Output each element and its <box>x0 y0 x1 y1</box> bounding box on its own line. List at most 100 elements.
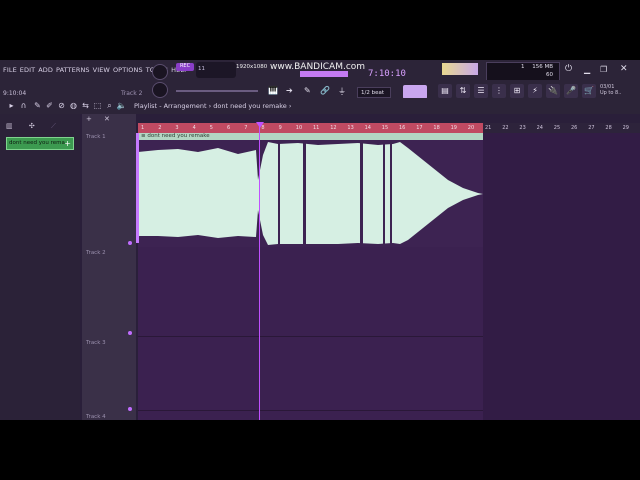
ruler-bar-number: 29 <box>622 125 629 131</box>
menu-file[interactable]: FILE <box>3 66 17 74</box>
grid-empty-region[interactable] <box>483 133 640 420</box>
track-label[interactable]: Track 4 <box>86 414 106 420</box>
menu-add[interactable]: ADD <box>38 66 53 74</box>
track-label[interactable]: Track 3 <box>86 340 106 346</box>
loop-region[interactable] <box>138 123 483 133</box>
cart-icon[interactable]: 🛒 <box>582 84 596 98</box>
pattern-selector[interactable]: 11 <box>196 62 236 78</box>
link-icon[interactable]: 🔗 <box>320 86 330 95</box>
zoom-tool-icon[interactable]: ⌕ <box>104 100 115 111</box>
minimize-icon[interactable]: ▁ <box>584 65 590 74</box>
add-icon[interactable]: + <box>64 138 71 149</box>
cpu-cores: 1 <box>521 64 525 70</box>
track-label[interactable]: Track 2 <box>86 250 106 256</box>
clip-source-name: dont need you rema... <box>9 140 71 146</box>
ruler-bar-number: 10 <box>295 125 303 131</box>
menu-options[interactable]: OPTIONS <box>113 66 143 74</box>
pattern-number: 11 <box>198 66 205 72</box>
clip-source-item[interactable]: dont need you rema... + <box>6 137 74 150</box>
breadcrumb-section[interactable]: Arrangement <box>164 102 207 110</box>
clip-source-panel <box>0 114 80 420</box>
arrow-left-icon[interactable]: ▸ <box>6 100 17 111</box>
ruler-bar-number: 19 <box>450 125 457 131</box>
close-track-icon[interactable]: ✕ <box>104 115 110 123</box>
automation-icon[interactable]: ⟋ <box>51 122 56 130</box>
piano-icon[interactable]: 🎹 <box>268 86 278 95</box>
audio-clip-icon[interactable]: ✣ <box>29 122 35 130</box>
maximize-icon[interactable]: ❐ <box>600 65 607 74</box>
news-panel[interactable]: 03/01 Up to 8.. <box>600 84 621 96</box>
ruler-bar-number: 17 <box>416 125 423 131</box>
select-tool-icon[interactable]: ⬚ <box>92 100 103 111</box>
arrow-right-icon[interactable]: ➔ <box>286 86 293 95</box>
news-text: Up to 8.. <box>600 90 622 96</box>
menu-patterns[interactable]: PATTERNS <box>56 66 90 74</box>
ruler-bar-number: 28 <box>605 125 612 131</box>
ruler-bar-number: 9 <box>278 125 282 131</box>
playlist-icon[interactable]: ▤ <box>438 84 452 98</box>
master-volume-knob[interactable] <box>152 64 168 80</box>
piano-roll-icon[interactable]: ⋮ <box>492 84 506 98</box>
mixer-icon[interactable]: ⇅ <box>456 84 470 98</box>
playhead[interactable] <box>259 123 260 420</box>
snap-selector[interactable]: 1/2 beat <box>357 87 391 98</box>
recorder-resolution: 1920x1080 <box>236 64 268 70</box>
close-icon[interactable]: ✕ <box>620 64 628 74</box>
ruler-bar-number: 12 <box>330 125 337 131</box>
browser-icon[interactable]: ⊞ <box>510 84 524 98</box>
ruler-bar-number: 3 <box>175 125 179 131</box>
ruler-bar-number: 20 <box>467 125 475 131</box>
draw-tool-icon[interactable]: ✎ <box>32 100 43 111</box>
ruler-bar-number: 24 <box>536 125 543 131</box>
fl-studio-window: FILE EDIT ADD PATTERNS VIEW OPTIONS TOOL… <box>0 60 640 420</box>
plug-icon[interactable]: 🔌 <box>546 84 560 98</box>
ruler-bar-number: 6 <box>227 125 231 131</box>
memory-usage: 156 MB <box>532 64 553 70</box>
add-track-icon[interactable]: + <box>86 115 92 123</box>
pattern-mode-bar[interactable] <box>300 71 348 77</box>
metronome-icon[interactable]: ⏚ <box>338 86 346 97</box>
status-hint: Track 2 <box>121 90 143 97</box>
pencil-icon[interactable]: ✎ <box>304 86 311 95</box>
master-level-meter <box>442 63 478 75</box>
tempo-slider[interactable] <box>176 90 258 92</box>
audio-clip-body[interactable] <box>138 140 483 247</box>
list-icon[interactable]: ▥ <box>6 122 13 130</box>
paint-tool-icon[interactable]: ✐ <box>44 100 55 111</box>
track-mute-dot[interactable] <box>128 241 132 245</box>
channel-rack-icon[interactable]: ☰ <box>474 84 488 98</box>
menu-edit[interactable]: EDIT <box>20 66 35 74</box>
audio-clip-title: ≡ dont need you remake <box>141 133 210 139</box>
record-indicator[interactable]: REC <box>176 63 194 71</box>
ruler-bar-number: 25 <box>553 125 561 131</box>
menu-view[interactable]: VIEW <box>93 66 110 74</box>
ruler-bar-number: 16 <box>399 125 406 131</box>
master-pitch-knob[interactable] <box>152 82 168 98</box>
track-label[interactable]: Track 1 <box>86 134 106 140</box>
power-icon[interactable]: ⏻ <box>565 64 572 74</box>
breadcrumb-pattern[interactable]: dont need you remake <box>213 102 287 110</box>
track-mute-dot[interactable] <box>128 331 132 335</box>
main-pitch-display[interactable] <box>403 85 427 99</box>
ruler-bar-number: 27 <box>588 125 595 131</box>
slip-tool-icon[interactable]: ⇆ <box>80 100 91 111</box>
polyphony: 60 <box>546 72 553 78</box>
ruler-bar-number: 5 <box>209 125 213 131</box>
magnet-icon[interactable]: ∩ <box>18 100 29 111</box>
ruler-bar-number: 1 <box>141 125 145 131</box>
ruler-bar-number: 7 <box>244 125 248 131</box>
ruler-bar-number: 2 <box>158 125 162 131</box>
ruler-bar-number: 26 <box>571 125 578 131</box>
mute-tool-icon[interactable]: ◍ <box>68 100 79 111</box>
panel-tools: ▥ ✣ ⟋ <box>6 122 56 131</box>
ruler-bar-number: 21 <box>485 125 492 131</box>
microphone-icon[interactable]: 🎤 <box>564 84 578 98</box>
speaker-icon[interactable]: 🔈 <box>116 100 127 111</box>
plugin-icon[interactable]: ⚡ <box>528 84 542 98</box>
playhead-marker[interactable] <box>256 122 264 128</box>
clip-left-edge[interactable] <box>136 133 139 243</box>
ruler-bar-number: 15 <box>381 125 389 131</box>
delete-tool-icon[interactable]: ⊘ <box>56 100 67 111</box>
track-mute-dot[interactable] <box>128 407 132 411</box>
breadcrumb-root[interactable]: Playlist <box>134 102 157 110</box>
